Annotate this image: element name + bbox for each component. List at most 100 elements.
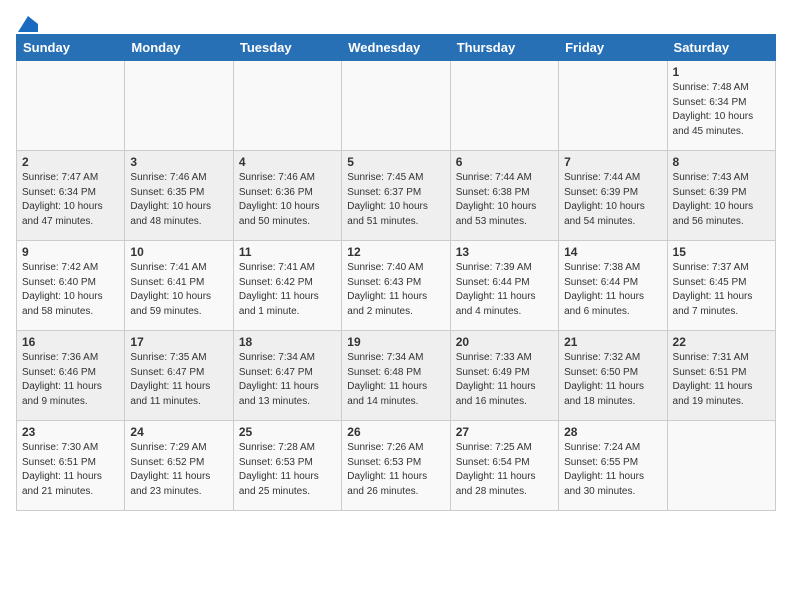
day-number: 20 <box>456 335 553 349</box>
day-info: Sunrise: 7:48 AM Sunset: 6:34 PM Dayligh… <box>673 81 770 139</box>
weekday-header-tuesday: Tuesday <box>233 35 341 61</box>
calendar-cell: 19 Sunrise: 7:34 AM Sunset: 6:48 PM Dayli… <box>342 331 450 421</box>
day-info: Sunrise: 7:30 AM Sunset: 6:51 PM Dayligh… <box>22 441 119 499</box>
day-info: Sunrise: 7:31 AM Sunset: 6:51 PM Dayligh… <box>673 351 770 409</box>
day-number: 16 <box>22 335 119 349</box>
day-number: 5 <box>347 155 444 169</box>
day-info: Sunrise: 7:24 AM Sunset: 6:55 PM Dayligh… <box>564 441 661 499</box>
day-number: 25 <box>239 425 336 439</box>
calendar-cell: 18 Sunrise: 7:34 AM Sunset: 6:47 PM Dayli… <box>233 331 341 421</box>
day-info: Sunrise: 7:40 AM Sunset: 6:43 PM Dayligh… <box>347 261 444 319</box>
calendar-cell: 5 Sunrise: 7:45 AM Sunset: 6:37 PM Daylig… <box>342 151 450 241</box>
day-info: Sunrise: 7:39 AM Sunset: 6:44 PM Dayligh… <box>456 261 553 319</box>
day-number: 6 <box>456 155 553 169</box>
calendar-header: SundayMondayTuesdayWednesdayThursdayFrid… <box>17 35 776 61</box>
calendar-cell: 24 Sunrise: 7:29 AM Sunset: 6:52 PM Dayli… <box>125 421 233 511</box>
calendar-cell: 1 Sunrise: 7:48 AM Sunset: 6:34 PM Daylig… <box>667 61 775 151</box>
calendar-cell: 25 Sunrise: 7:28 AM Sunset: 6:53 PM Dayli… <box>233 421 341 511</box>
day-info: Sunrise: 7:44 AM Sunset: 6:39 PM Dayligh… <box>564 171 661 229</box>
calendar-cell: 26Sunrise: 7:26 AM Sunset: 6:53 PM Dayli… <box>342 421 450 511</box>
day-info: Sunrise: 7:25 AM Sunset: 6:54 PM Dayligh… <box>456 441 553 499</box>
day-info: Sunrise: 7:36 AM Sunset: 6:46 PM Dayligh… <box>22 351 119 409</box>
day-number: 17 <box>130 335 227 349</box>
calendar-cell: 23 Sunrise: 7:30 AM Sunset: 6:51 PM Dayli… <box>17 421 125 511</box>
day-info: Sunrise: 7:46 AM Sunset: 6:36 PM Dayligh… <box>239 171 336 229</box>
day-info: Sunrise: 7:38 AM Sunset: 6:44 PM Dayligh… <box>564 261 661 319</box>
day-number: 2 <box>22 155 119 169</box>
calendar-week-3: 16 Sunrise: 7:36 AM Sunset: 6:46 PM Dayli… <box>17 331 776 421</box>
page: SundayMondayTuesdayWednesdayThursdayFrid… <box>0 0 792 612</box>
day-info: Sunrise: 7:34 AM Sunset: 6:48 PM Dayligh… <box>347 351 444 409</box>
calendar-cell: 14 Sunrise: 7:38 AM Sunset: 6:44 PM Dayli… <box>559 241 667 331</box>
day-number: 13 <box>456 245 553 259</box>
calendar-cell: 21 Sunrise: 7:32 AM Sunset: 6:50 PM Dayli… <box>559 331 667 421</box>
calendar-cell: 11 Sunrise: 7:41 AM Sunset: 6:42 PM Dayli… <box>233 241 341 331</box>
calendar-cell: 28 Sunrise: 7:24 AM Sunset: 6:55 PM Dayli… <box>559 421 667 511</box>
calendar-cell <box>559 61 667 151</box>
day-number: 18 <box>239 335 336 349</box>
calendar-cell: 16 Sunrise: 7:36 AM Sunset: 6:46 PM Dayli… <box>17 331 125 421</box>
calendar-cell: 7Sunrise: 7:44 AM Sunset: 6:39 PM Daylig… <box>559 151 667 241</box>
day-number: 24 <box>130 425 227 439</box>
calendar-cell: 13 Sunrise: 7:39 AM Sunset: 6:44 PM Dayli… <box>450 241 558 331</box>
calendar-cell: 8Sunrise: 7:43 AM Sunset: 6:39 PM Daylig… <box>667 151 775 241</box>
weekday-header-wednesday: Wednesday <box>342 35 450 61</box>
calendar-cell <box>667 421 775 511</box>
day-info: Sunrise: 7:42 AM Sunset: 6:40 PM Dayligh… <box>22 261 119 319</box>
day-info: Sunrise: 7:41 AM Sunset: 6:41 PM Dayligh… <box>130 261 227 319</box>
calendar-cell: 2 Sunrise: 7:47 AM Sunset: 6:34 PM Daylig… <box>17 151 125 241</box>
day-number: 14 <box>564 245 661 259</box>
calendar-cell: 20Sunrise: 7:33 AM Sunset: 6:49 PM Dayli… <box>450 331 558 421</box>
calendar-cell <box>450 61 558 151</box>
day-info: Sunrise: 7:32 AM Sunset: 6:50 PM Dayligh… <box>564 351 661 409</box>
day-info: Sunrise: 7:34 AM Sunset: 6:47 PM Dayligh… <box>239 351 336 409</box>
day-info: Sunrise: 7:37 AM Sunset: 6:45 PM Dayligh… <box>673 261 770 319</box>
weekday-header-friday: Friday <box>559 35 667 61</box>
calendar-cell: 10 Sunrise: 7:41 AM Sunset: 6:41 PM Dayli… <box>125 241 233 331</box>
day-number: 15 <box>673 245 770 259</box>
weekday-header-sunday: Sunday <box>17 35 125 61</box>
calendar-week-0: 1 Sunrise: 7:48 AM Sunset: 6:34 PM Daylig… <box>17 61 776 151</box>
calendar-cell <box>233 61 341 151</box>
day-number: 22 <box>673 335 770 349</box>
day-info: Sunrise: 7:44 AM Sunset: 6:38 PM Dayligh… <box>456 171 553 229</box>
calendar-body: 1 Sunrise: 7:48 AM Sunset: 6:34 PM Daylig… <box>17 61 776 511</box>
day-number: 28 <box>564 425 661 439</box>
day-number: 4 <box>239 155 336 169</box>
day-info: Sunrise: 7:45 AM Sunset: 6:37 PM Dayligh… <box>347 171 444 229</box>
calendar-cell: 4 Sunrise: 7:46 AM Sunset: 6:36 PM Daylig… <box>233 151 341 241</box>
day-number: 23 <box>22 425 119 439</box>
calendar-cell <box>125 61 233 151</box>
calendar-cell: 3 Sunrise: 7:46 AM Sunset: 6:35 PM Daylig… <box>125 151 233 241</box>
day-info: Sunrise: 7:28 AM Sunset: 6:53 PM Dayligh… <box>239 441 336 499</box>
day-info: Sunrise: 7:43 AM Sunset: 6:39 PM Dayligh… <box>673 171 770 229</box>
day-number: 3 <box>130 155 227 169</box>
calendar-cell <box>17 61 125 151</box>
day-info: Sunrise: 7:35 AM Sunset: 6:47 PM Dayligh… <box>130 351 227 409</box>
calendar: SundayMondayTuesdayWednesdayThursdayFrid… <box>16 34 776 511</box>
day-number: 27 <box>456 425 553 439</box>
header <box>16 10 776 30</box>
calendar-cell: 22 Sunrise: 7:31 AM Sunset: 6:51 PM Dayli… <box>667 331 775 421</box>
logo <box>16 10 38 30</box>
day-number: 9 <box>22 245 119 259</box>
calendar-week-2: 9 Sunrise: 7:42 AM Sunset: 6:40 PM Daylig… <box>17 241 776 331</box>
day-info: Sunrise: 7:47 AM Sunset: 6:34 PM Dayligh… <box>22 171 119 229</box>
day-info: Sunrise: 7:46 AM Sunset: 6:35 PM Dayligh… <box>130 171 227 229</box>
day-number: 12 <box>347 245 444 259</box>
calendar-cell: 27 Sunrise: 7:25 AM Sunset: 6:54 PM Dayli… <box>450 421 558 511</box>
day-number: 1 <box>673 65 770 79</box>
weekday-header-monday: Monday <box>125 35 233 61</box>
calendar-cell: 15 Sunrise: 7:37 AM Sunset: 6:45 PM Dayli… <box>667 241 775 331</box>
day-number: 19 <box>347 335 444 349</box>
day-number: 10 <box>130 245 227 259</box>
day-info: Sunrise: 7:29 AM Sunset: 6:52 PM Dayligh… <box>130 441 227 499</box>
day-info: Sunrise: 7:41 AM Sunset: 6:42 PM Dayligh… <box>239 261 336 319</box>
calendar-cell <box>342 61 450 151</box>
day-info: Sunrise: 7:26 AM Sunset: 6:53 PM Dayligh… <box>347 441 444 499</box>
day-number: 21 <box>564 335 661 349</box>
day-number: 11 <box>239 245 336 259</box>
calendar-cell: 12 Sunrise: 7:40 AM Sunset: 6:43 PM Dayli… <box>342 241 450 331</box>
calendar-cell: 6 Sunrise: 7:44 AM Sunset: 6:38 PM Daylig… <box>450 151 558 241</box>
logo-icon <box>18 16 38 32</box>
